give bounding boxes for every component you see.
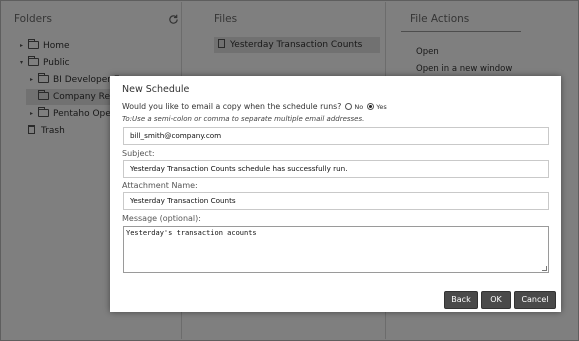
subject-field[interactable]: Yesterday Transaction Counts schedule ha… <box>123 160 549 178</box>
ok-button[interactable]: OK <box>481 291 511 309</box>
to-hint: To:Use a semi-colon or comma to separate… <box>122 115 365 123</box>
email-question: Would you like to email a copy when the … <box>122 102 387 111</box>
attachment-name-field[interactable]: Yesterday Transaction Counts <box>123 192 549 210</box>
email-yes-radio[interactable] <box>367 103 375 110</box>
email-no-radio[interactable] <box>345 103 353 110</box>
subject-label: Subject: <box>122 149 155 158</box>
new-schedule-dialog: New Schedule Would you like to email a c… <box>110 76 561 312</box>
resize-handle-icon[interactable] <box>542 266 547 271</box>
cancel-button[interactable]: Cancel <box>514 291 556 309</box>
message-label: Message (optional): <box>122 214 201 223</box>
to-email-field[interactable]: bill_smith@company.com <box>123 127 549 145</box>
attachment-name-label: Attachment Name: <box>122 181 198 190</box>
email-no-label: No <box>354 102 364 111</box>
dialog-title: New Schedule <box>122 84 190 95</box>
email-question-text: Would you like to email a copy when the … <box>122 102 342 111</box>
message-textarea[interactable]: Yesterday's transaction acounts <box>123 226 549 273</box>
email-yes-label: Yes <box>376 102 387 111</box>
back-button[interactable]: Back <box>444 291 478 309</box>
